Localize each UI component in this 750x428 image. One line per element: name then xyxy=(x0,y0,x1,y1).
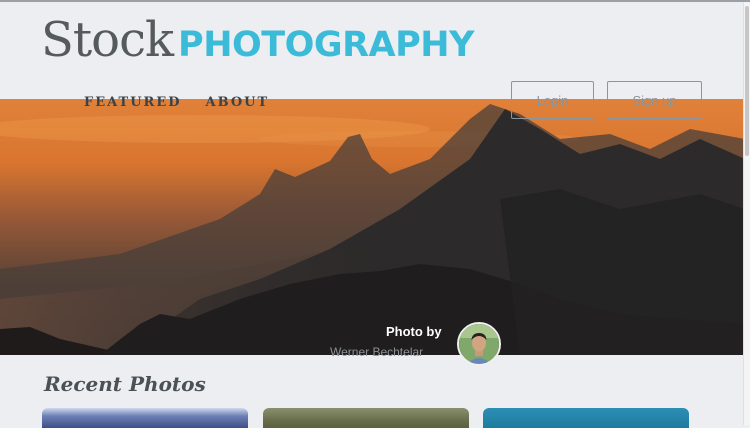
login-button[interactable]: Login xyxy=(511,81,594,119)
hero-image xyxy=(0,99,745,355)
photographer-name[interactable]: Werner Bechtelar xyxy=(330,345,423,359)
nav-featured[interactable]: FEATURED xyxy=(84,95,182,110)
photo-credit-label: Photo by xyxy=(386,324,442,339)
logo-word-stock: Stock xyxy=(41,12,174,68)
nav-about[interactable]: ABOUT xyxy=(206,95,270,110)
signup-button[interactable]: Sign up xyxy=(607,81,702,119)
photographer-avatar[interactable] xyxy=(457,322,501,366)
top-border xyxy=(0,0,750,2)
page-scrollbar[interactable] xyxy=(743,2,750,425)
main-nav: FEATURED ABOUT xyxy=(84,95,269,110)
site-logo[interactable]: Stock PHOTOGRAPHY xyxy=(41,12,474,68)
logo-word-photography: PHOTOGRAPHY xyxy=(178,25,474,65)
photo-thumbnail[interactable] xyxy=(263,408,469,428)
photo-thumbnail[interactable] xyxy=(483,408,689,428)
recent-photos-heading: Recent Photos xyxy=(44,372,206,396)
photo-thumbnail[interactable] xyxy=(42,408,248,428)
scrollbar-thumb[interactable] xyxy=(745,6,749,156)
